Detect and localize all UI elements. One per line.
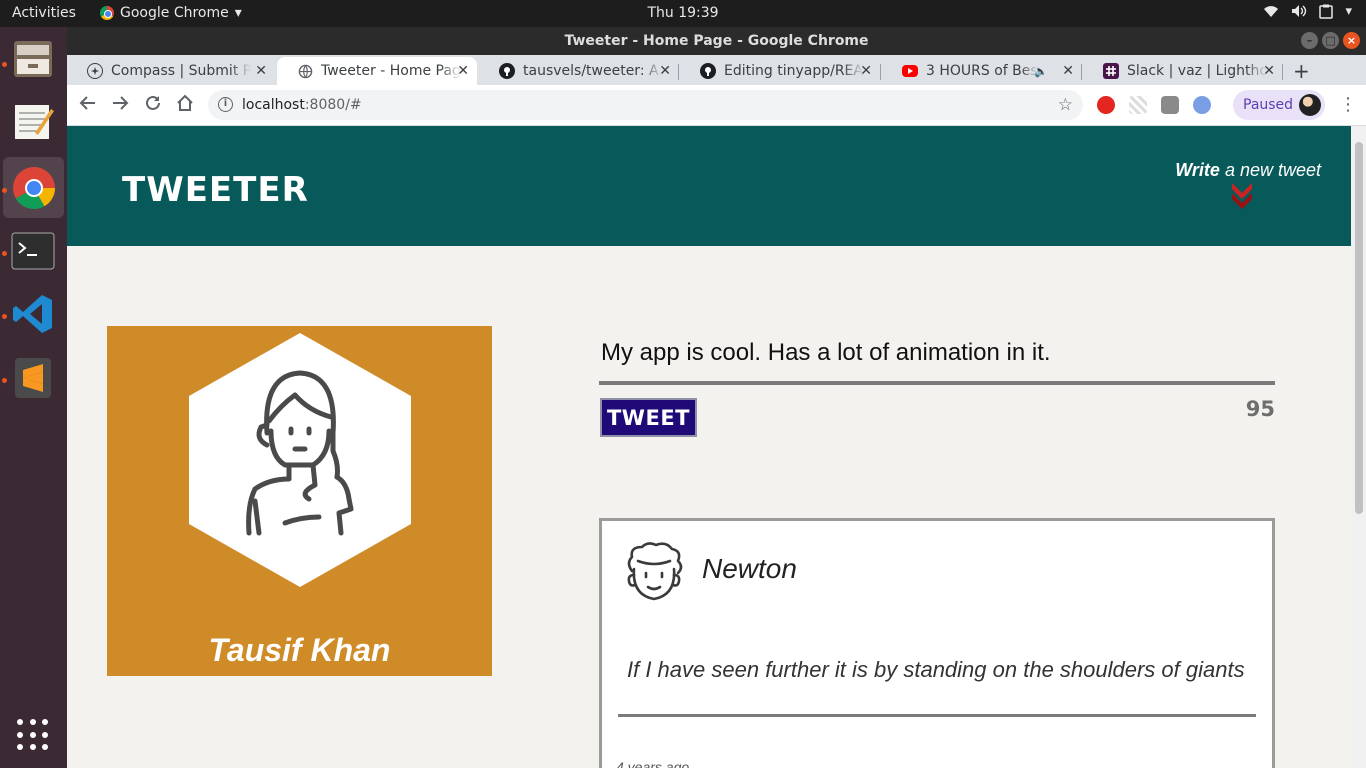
maximize-button[interactable]: □ bbox=[1322, 32, 1339, 49]
close-window-button[interactable]: × bbox=[1343, 32, 1360, 49]
tab-compass[interactable]: Compass | Submit Pr ✕ bbox=[67, 57, 275, 85]
running-indicator bbox=[2, 314, 7, 319]
reload-button[interactable] bbox=[144, 94, 162, 117]
tab-separator bbox=[880, 64, 881, 80]
avatar bbox=[1299, 94, 1321, 116]
window-titlebar: Tweeter - Home Page - Google Chrome – □ … bbox=[67, 27, 1366, 55]
files-icon[interactable] bbox=[9, 35, 57, 83]
tab-tweeter[interactable]: Tweeter - Home Pag ✕ bbox=[277, 57, 477, 85]
write-new-tweet-link[interactable]: Write a new tweet bbox=[1175, 160, 1321, 181]
text-editor-icon[interactable] bbox=[9, 97, 57, 145]
forward-button[interactable] bbox=[111, 94, 129, 117]
tweet-card: Newton If I have seen further it is by s… bbox=[599, 518, 1275, 768]
tweet-divider bbox=[618, 714, 1256, 717]
tab-label: Compass | Submit Pr bbox=[111, 63, 251, 79]
terminal-icon[interactable] bbox=[9, 227, 57, 275]
tweet-submit-button[interactable]: TWEET bbox=[600, 398, 697, 437]
user-avatar-icon bbox=[189, 333, 411, 587]
page-viewport: TWEETER Write a new tweet Tausif Khan My… bbox=[67, 126, 1351, 768]
tab-github-tweeter[interactable]: tausvels/tweeter: A ✕ bbox=[479, 57, 679, 85]
chrome-menu-button[interactable]: ⋮ bbox=[1339, 94, 1357, 115]
running-indicator bbox=[2, 251, 7, 256]
address-path: :8080/# bbox=[304, 97, 362, 113]
window-title: Tweeter - Home Page - Google Chrome bbox=[564, 33, 869, 49]
profile-paused-button[interactable]: Paused bbox=[1233, 90, 1325, 120]
site-brand[interactable]: TWEETER bbox=[122, 170, 309, 210]
browser-toolbar: i localhost:8080/# ☆ Paused ⋮ bbox=[67, 85, 1366, 126]
tab-close-icon[interactable]: ✕ bbox=[457, 63, 469, 79]
double-chevron-down-icon[interactable] bbox=[1230, 181, 1254, 215]
running-indicator bbox=[2, 188, 7, 193]
new-tab-button[interactable]: + bbox=[1293, 59, 1310, 83]
tab-close-icon[interactable]: ✕ bbox=[1062, 63, 1074, 79]
tab-separator bbox=[1081, 64, 1082, 80]
page-scrollbar[interactable] bbox=[1351, 126, 1366, 768]
tab-label: Tweeter - Home Pag bbox=[321, 63, 461, 79]
compose-tweet-textarea[interactable]: My app is cool. Has a lot of animation i… bbox=[601, 339, 1051, 367]
bookmark-star-icon[interactable]: ☆ bbox=[1058, 90, 1073, 120]
home-button[interactable] bbox=[176, 94, 194, 117]
back-button[interactable] bbox=[79, 94, 97, 117]
running-indicator bbox=[2, 378, 7, 383]
browser-window: Tweeter - Home Page - Google Chrome – □ … bbox=[67, 27, 1366, 768]
profile-user-name: Tausif Khan bbox=[208, 632, 391, 668]
vscode-icon[interactable] bbox=[9, 290, 57, 338]
audio-playing-icon[interactable]: 🔈 bbox=[1034, 65, 1048, 78]
compass-icon bbox=[87, 63, 103, 79]
system-top-bar: Activities Google Chrome ▾ Thu 19:39 ▾ bbox=[0, 0, 1366, 27]
tweet-age: 4 years ago bbox=[616, 759, 690, 768]
tab-close-icon[interactable]: ✕ bbox=[255, 63, 267, 79]
clock[interactable]: Thu 19:39 bbox=[0, 5, 1366, 21]
minimize-button[interactable]: – bbox=[1301, 32, 1318, 49]
github-icon bbox=[499, 63, 515, 79]
tab-separator bbox=[1282, 64, 1283, 80]
compose-underline bbox=[599, 381, 1275, 385]
running-indicator bbox=[2, 62, 7, 67]
site-nav: TWEETER Write a new tweet bbox=[67, 126, 1351, 246]
extension-icon[interactable] bbox=[1129, 96, 1147, 114]
youtube-icon bbox=[902, 65, 918, 77]
show-applications-icon[interactable] bbox=[17, 719, 49, 751]
write-label-rest: a new tweet bbox=[1219, 160, 1321, 180]
write-label-bold: Write bbox=[1175, 160, 1220, 180]
char-counter: 95 bbox=[1245, 397, 1275, 421]
tab-close-icon[interactable]: ✕ bbox=[860, 63, 872, 79]
volume-icon bbox=[1291, 4, 1307, 23]
address-host: localhost bbox=[242, 97, 305, 113]
tab-close-icon[interactable]: ✕ bbox=[659, 63, 671, 79]
tab-youtube[interactable]: 3 HOURS of Best 🔈 ✕ bbox=[882, 57, 1082, 85]
tweet-author-name: Newton bbox=[702, 553, 797, 584]
address-bar[interactable]: i localhost:8080/# ☆ bbox=[208, 90, 1083, 120]
profile-paused-label: Paused bbox=[1243, 97, 1294, 113]
profile-card: Tausif Khan bbox=[107, 326, 492, 676]
tab-label: tausvels/tweeter: A bbox=[523, 63, 659, 79]
info-icon[interactable]: i bbox=[218, 97, 233, 112]
chevron-down-icon: ▾ bbox=[1345, 4, 1352, 19]
tab-label: Slack | vaz | Lighthou bbox=[1127, 63, 1267, 79]
scrollbar-thumb[interactable] bbox=[1355, 142, 1363, 514]
system-tray[interactable]: ▾ bbox=[1263, 4, 1352, 23]
camera-extension-icon[interactable] bbox=[1161, 96, 1179, 114]
tab-label: 3 HOURS of Best bbox=[926, 63, 1038, 79]
slack-icon bbox=[1103, 63, 1119, 79]
sublime-text-icon[interactable] bbox=[9, 354, 57, 402]
adblock-extension-icon[interactable] bbox=[1097, 96, 1115, 114]
chrome-dock-icon[interactable] bbox=[3, 157, 64, 218]
tab-separator bbox=[678, 64, 679, 80]
wifi-icon bbox=[1263, 4, 1279, 23]
author-avatar-icon bbox=[627, 542, 683, 601]
tab-github-tinyapp[interactable]: Editing tinyapp/REA ✕ bbox=[680, 57, 880, 85]
globe-icon bbox=[297, 63, 313, 79]
extension-icon[interactable] bbox=[1193, 96, 1211, 114]
tab-strip: Compass | Submit Pr ✕ Tweeter - Home Pag… bbox=[67, 55, 1366, 85]
clipboard-icon bbox=[1319, 4, 1334, 23]
dock bbox=[0, 27, 67, 768]
tab-close-icon[interactable]: ✕ bbox=[1263, 63, 1275, 79]
tab-slack[interactable]: Slack | vaz | Lighthou ✕ bbox=[1083, 57, 1283, 85]
tab-label: Editing tinyapp/REA bbox=[724, 63, 863, 79]
github-icon bbox=[700, 63, 716, 79]
tweet-content: If I have seen further it is by standing… bbox=[627, 657, 1245, 682]
